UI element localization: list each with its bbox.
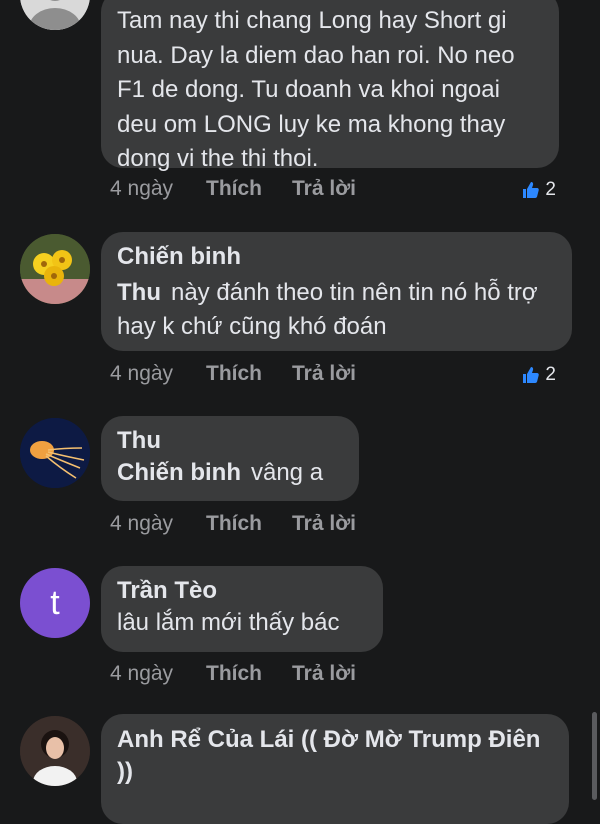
avatar[interactable] <box>20 418 90 488</box>
comment-actions: 4 ngày Thích Trả lời <box>110 512 356 536</box>
comment-author[interactable]: Anh Rể Của Lái (( Đờ Mờ Trump Điên )) <box>117 724 553 788</box>
comment-actions: 4 ngày Thích Trả lời <box>110 662 356 686</box>
like-button[interactable]: Thích <box>206 362 292 386</box>
comment-time: 4 ngày <box>110 362 174 385</box>
person-avatar-icon <box>20 716 90 786</box>
comment-actions: 4 ngày Thích Trả lời <box>110 177 356 201</box>
thumbs-up-icon <box>523 182 540 198</box>
comment-bubble: Tam nay thi chang Long hay Short gi nua.… <box>101 0 559 172</box>
default-avatar-icon <box>20 0 90 30</box>
reply-button[interactable]: Trả lời <box>292 362 356 386</box>
comment-bubble: Chiến binh Thu này đánh theo tin nên tin … <box>101 232 572 351</box>
reply-button[interactable]: Trả lời <box>292 177 356 201</box>
like-button[interactable]: Thích <box>206 177 292 201</box>
mention-tag[interactable]: Thu <box>117 279 161 306</box>
comment-time: 4 ngày <box>110 512 174 535</box>
comment-text: Tam nay thi chang Long hay Short gi nua.… <box>117 7 515 172</box>
scrollbar[interactable] <box>592 712 597 800</box>
avatar[interactable] <box>20 234 90 304</box>
like-button[interactable]: Thích <box>206 512 292 536</box>
thumbs-up-icon <box>523 367 540 383</box>
comment-text: Chiến binh vâng a <box>117 456 343 490</box>
comment-text: lâu lắm mới thấy bác <box>117 609 340 636</box>
avatar[interactable]: t <box>20 568 90 638</box>
reaction-number: 2 <box>545 364 556 385</box>
comment-bubble: Trần Tèo lâu lắm mới thấy bác <box>101 566 383 652</box>
flower-avatar-icon <box>20 234 90 304</box>
comment-text: Thu này đánh theo tin nên tin nó hỗ trợ h… <box>117 276 556 344</box>
comment-time: 4 ngày <box>110 177 174 200</box>
comment-body: này đánh theo tin nên tin nó hỗ trợ hay … <box>117 279 538 340</box>
comment-time: 4 ngày <box>110 662 174 685</box>
reaction-number: 2 <box>545 179 556 200</box>
reply-button[interactable]: Trả lời <box>292 662 356 686</box>
avatar[interactable] <box>20 0 90 30</box>
like-button[interactable]: Thích <box>206 662 292 686</box>
comment-bubble: Thu Chiến binh vâng a <box>101 416 359 501</box>
reaction-count[interactable]: 2 <box>521 364 556 386</box>
comment-author[interactable]: Thu <box>117 426 343 456</box>
reaction-count[interactable]: 2 <box>521 179 556 201</box>
comment-actions: 4 ngày Thích Trả lời <box>110 362 356 386</box>
avatar-letter: t <box>50 583 60 622</box>
comment-body: vâng a <box>250 459 324 486</box>
mention-tag[interactable]: Chiến binh <box>117 459 241 486</box>
reply-button[interactable]: Trả lời <box>292 512 356 536</box>
jellyfish-avatar-icon <box>20 418 90 488</box>
avatar[interactable] <box>20 716 90 786</box>
comment-bubble: Anh Rể Của Lái (( Đờ Mờ Trump Điên )) <box>101 714 569 824</box>
comment-author[interactable]: Chiến binh <box>117 242 556 272</box>
comment-author[interactable]: Trần Tèo <box>117 576 367 606</box>
